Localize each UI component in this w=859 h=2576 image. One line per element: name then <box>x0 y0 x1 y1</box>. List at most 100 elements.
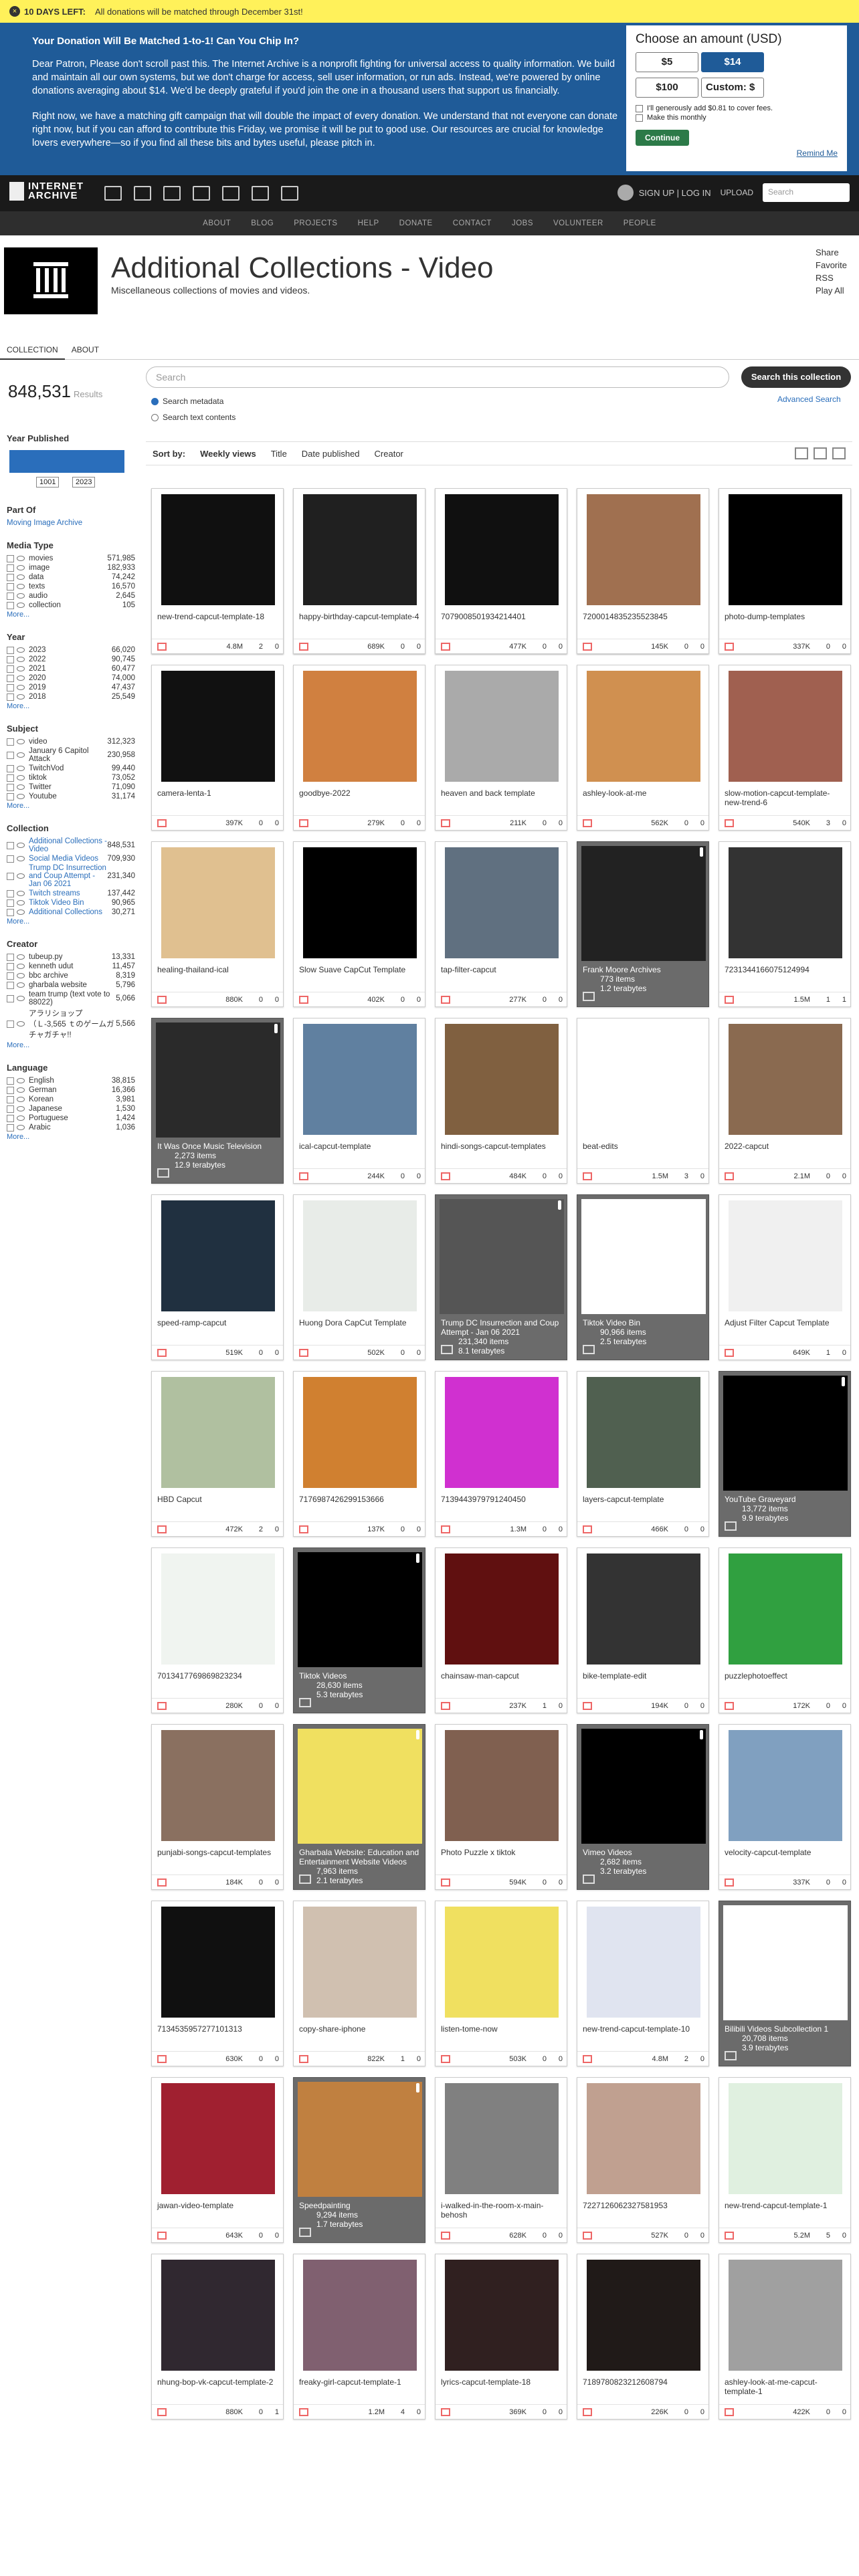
tile-thumbnail[interactable] <box>161 2083 275 2194</box>
facet-checkbox[interactable] <box>7 972 14 980</box>
tile-thumbnail[interactable] <box>723 1376 848 1491</box>
tile-title[interactable]: new-trend-capcut-template-1 <box>725 2201 846 2210</box>
tile-title[interactable]: Adjust Filter Capcut Template <box>725 1318 846 1327</box>
tile-title[interactable]: copy-share-iphone <box>299 2024 421 2034</box>
item-tile[interactable]: heaven and back template 211K 0 0 <box>435 665 567 831</box>
tile-thumbnail[interactable] <box>445 494 559 605</box>
facet-checkbox[interactable] <box>7 655 14 663</box>
item-tile[interactable]: healing-thailand-ical 880K 0 0 <box>151 841 284 1007</box>
facet-option[interactable]: bbc archive 8,319 <box>7 972 135 980</box>
tile-thumbnail[interactable] <box>303 1200 417 1311</box>
tile-thumbnail[interactable] <box>303 494 417 605</box>
tile-thumbnail[interactable] <box>587 1024 700 1135</box>
eye-icon[interactable] <box>17 900 25 905</box>
tile-title[interactable]: Bilibili Videos Subcollection 1 <box>725 2024 846 2034</box>
facet-option[interactable]: Tiktok Video Bin 90,965 <box>7 899 135 907</box>
item-tile[interactable]: 7227126062327581953 527K 0 0 <box>577 2077 709 2243</box>
video-icon[interactable] <box>163 186 181 201</box>
item-tile[interactable]: HBD Capcut 472K 2 0 <box>151 1371 284 1537</box>
facet-option[interactable]: video 312,323 <box>7 738 135 746</box>
facet-checkbox[interactable] <box>7 665 14 673</box>
facet-option-label[interactable]: Additional Collections - Video <box>29 837 107 853</box>
facet-option[interactable]: Twitter 71,090 <box>7 783 135 791</box>
tile-thumbnail[interactable] <box>445 2083 559 2194</box>
eye-icon[interactable] <box>17 1087 25 1093</box>
tile-thumbnail[interactable] <box>303 671 417 782</box>
eye-icon[interactable] <box>17 973 25 978</box>
tile-thumbnail[interactable] <box>729 1553 842 1665</box>
sort-date-published[interactable]: Date published <box>302 449 360 459</box>
tile-thumbnail[interactable] <box>445 1907 559 2018</box>
item-tile[interactable]: listen-tome-now 503K 0 0 <box>435 1901 567 2066</box>
tile-title[interactable]: freaky-girl-capcut-template-1 <box>299 2377 421 2387</box>
eye-icon[interactable] <box>17 1078 25 1083</box>
tile-thumbnail[interactable] <box>445 847 559 958</box>
tile-thumbnail[interactable] <box>161 671 275 782</box>
tile-title[interactable]: Speedpainting <box>299 2201 421 2210</box>
collection-tile[interactable]: Bilibili Videos Subcollection 1 20,708 it… <box>719 1901 851 2066</box>
tile-thumbnail[interactable] <box>161 1730 275 1841</box>
item-tile[interactable]: 7176987426299153666 137K 0 0 <box>293 1371 425 1537</box>
facet-checkbox[interactable] <box>7 872 14 880</box>
tile-thumbnail[interactable] <box>161 2260 275 2371</box>
facet-checkbox[interactable] <box>7 774 14 782</box>
tile-thumbnail[interactable] <box>161 1377 275 1488</box>
facet-option-label[interactable]: TwitchVod <box>29 764 112 772</box>
subnav-volunteer[interactable]: VOLUNTEER <box>553 219 603 227</box>
item-tile[interactable]: 7231344166075124994 1.5M 1 1 <box>719 841 851 1007</box>
facet-option-label[interactable]: kenneth udut <box>29 962 112 970</box>
tile-title[interactable]: lyrics-capcut-template-18 <box>441 2377 563 2387</box>
tile-thumbnail[interactable] <box>729 1200 842 1311</box>
tile-title[interactable]: jawan-video-template <box>157 2201 279 2210</box>
list-view-icon[interactable] <box>814 447 827 459</box>
facet-option[interactable]: Korean 3,981 <box>7 1095 135 1103</box>
tile-thumbnail[interactable] <box>161 1200 275 1311</box>
facet-checkbox[interactable] <box>7 592 14 600</box>
facet-option[interactable]: tubeup.py 13,331 <box>7 953 135 961</box>
item-tile[interactable]: hindi-songs-capcut-templates 484K 0 0 <box>435 1018 567 1184</box>
tile-thumbnail[interactable] <box>587 1377 700 1488</box>
play-all-link[interactable]: Play All <box>797 284 847 297</box>
facet-option[interactable]: 2021 60,477 <box>7 665 135 673</box>
facet-checkbox[interactable] <box>7 751 14 759</box>
facet-option[interactable]: Additional Collections 30,271 <box>7 908 135 916</box>
tile-thumbnail[interactable] <box>445 1024 559 1135</box>
amount-100-button[interactable]: $100 <box>636 78 698 98</box>
facet-option[interactable]: English 38,815 <box>7 1077 135 1085</box>
tile-title[interactable]: puzzlephotoeffect <box>725 1671 846 1681</box>
eye-icon[interactable] <box>17 996 25 1001</box>
tile-title[interactable]: goodbye-2022 <box>299 788 421 798</box>
facet-option[interactable]: Social Media Videos 709,930 <box>7 855 135 863</box>
eye-icon[interactable] <box>17 1125 25 1130</box>
item-tile[interactable]: 7079008501934214401 477K 0 0 <box>435 488 567 654</box>
eye-icon[interactable] <box>17 565 25 570</box>
tile-title[interactable]: 2022-capcut <box>725 1142 846 1151</box>
item-tile[interactable]: freaky-girl-capcut-template-1 1.2M 4 0 <box>293 2254 425 2420</box>
tile-title[interactable]: happy-birthday-capcut-template-4 <box>299 612 421 621</box>
advanced-search-link[interactable]: Advanced Search <box>777 395 841 404</box>
item-tile[interactable]: 7134535957277101313 630K 0 0 <box>151 1901 284 2066</box>
facet-option-label[interactable]: team trump (text vote to 88022) <box>29 990 116 1006</box>
collection-search-input[interactable]: Search <box>146 366 729 388</box>
tile-title[interactable]: Frank Moore Archives <box>583 965 704 974</box>
facet-option-label[interactable]: collection <box>29 601 122 609</box>
facet-option-label[interactable]: English <box>29 1077 112 1085</box>
partof-link[interactable]: Moving Image Archive <box>7 519 135 527</box>
sort-weekly-views[interactable]: Weekly views <box>200 449 256 459</box>
tile-title[interactable]: 7189780823212608794 <box>583 2377 704 2387</box>
subnav-contact[interactable]: CONTACT <box>453 219 492 227</box>
facet-checkbox[interactable] <box>7 764 14 772</box>
tile-title[interactable]: photo-dump-templates <box>725 612 846 621</box>
facet-option-label[interactable]: 2018 <box>29 693 112 701</box>
facet-option-label[interactable]: Youtube <box>29 792 112 800</box>
facet-option-label[interactable]: 2022 <box>29 655 112 663</box>
tile-thumbnail[interactable] <box>581 1729 706 1844</box>
facet-option[interactable]: 2019 47,437 <box>7 683 135 691</box>
subnav-donate[interactable]: DONATE <box>399 219 433 227</box>
nav-search-input[interactable]: Search <box>763 183 850 202</box>
facet-more-link[interactable]: More... <box>7 918 135 926</box>
tile-thumbnail[interactable] <box>161 494 275 605</box>
facet-option[interactable]: TwitchVod 99,440 <box>7 764 135 772</box>
tile-thumbnail[interactable] <box>587 1553 700 1665</box>
tile-thumbnail[interactable] <box>729 847 842 958</box>
